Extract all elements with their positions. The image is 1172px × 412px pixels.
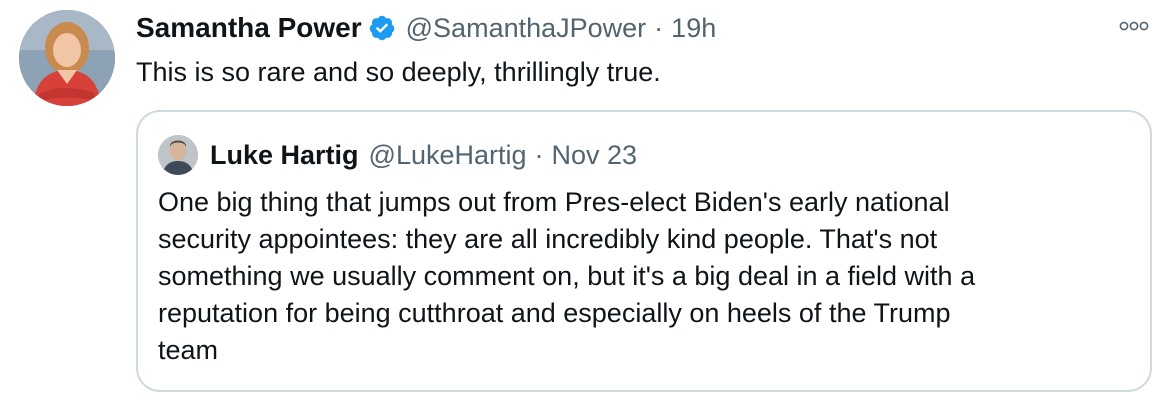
avatar[interactable] [19, 10, 115, 106]
quoted-text-line: something we usually comment on, but it'… [158, 261, 976, 291]
quoted-author-handle: @LukeHartig [368, 139, 527, 170]
tweet-header: Samantha Power @SamanthaJPower · 19h [136, 8, 716, 48]
quoted-text-line: reputation for being cutthroat and espec… [158, 298, 951, 328]
more-options-icon[interactable] [1116, 14, 1152, 38]
separator-dot: · [654, 12, 664, 43]
tweet[interactable]: Samantha Power @SamanthaJPower · 19h Thi… [0, 0, 1172, 412]
quoted-avatar-image [158, 135, 198, 175]
tweet-timestamp[interactable]: 19h [671, 13, 716, 44]
quoted-tweet-text: One big thing that jumps out from Pres-e… [158, 184, 1128, 369]
quoted-tweet-card[interactable]: Luke Hartig @LukeHartig · Nov 23 One big… [136, 110, 1152, 392]
quoted-separator-dot: · [534, 139, 544, 170]
quoted-text-line: security appointees: they are all incred… [158, 224, 938, 254]
verified-badge-icon [368, 14, 396, 42]
tweet-text: This is so rare and so deeply, thrilling… [136, 57, 661, 87]
author-display-name[interactable]: Samantha Power [136, 12, 362, 44]
quoted-avatar [158, 135, 198, 175]
quoted-text-line: One big thing that jumps out from Pres-e… [158, 187, 950, 217]
quoted-tweet-timestamp: Nov 23 [551, 139, 638, 170]
author-handle[interactable]: @SamanthaJPower [406, 13, 647, 44]
quoted-tweet-header: Luke Hartig @LukeHartig · Nov 23 [158, 134, 637, 176]
quoted-text-line: team [158, 335, 219, 365]
avatar-image [19, 10, 115, 106]
quoted-author-display-name: Luke Hartig [210, 139, 359, 170]
